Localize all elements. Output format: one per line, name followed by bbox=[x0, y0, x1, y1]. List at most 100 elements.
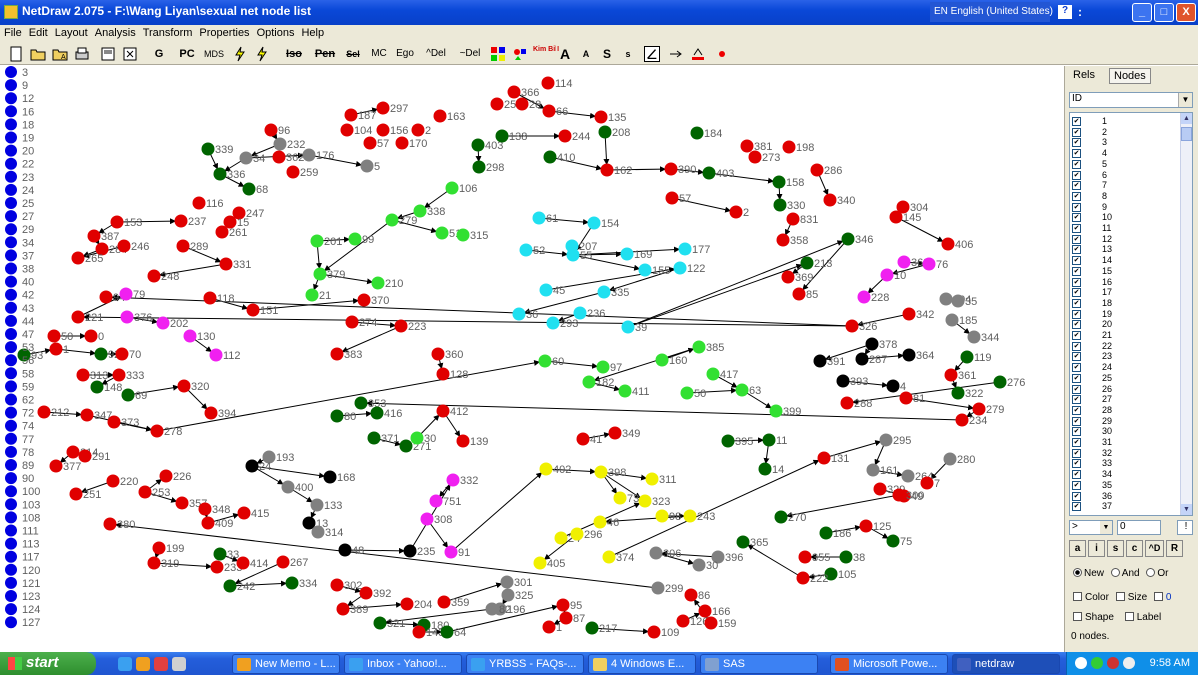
network-node[interactable] bbox=[471, 138, 485, 152]
network-node[interactable] bbox=[117, 239, 131, 253]
network-node[interactable] bbox=[411, 123, 425, 137]
network-node[interactable] bbox=[49, 342, 63, 356]
network-node[interactable] bbox=[285, 576, 299, 590]
network-node[interactable] bbox=[542, 620, 556, 634]
network-node[interactable] bbox=[539, 283, 553, 297]
zoom-fit-icon[interactable] bbox=[122, 46, 138, 62]
label-size-down-button[interactable]: A bbox=[578, 45, 594, 63]
network-node[interactable] bbox=[175, 496, 189, 510]
ego-button[interactable]: Ego bbox=[392, 45, 418, 63]
taskbar-item[interactable]: SAS bbox=[700, 654, 818, 674]
network-node[interactable] bbox=[281, 480, 295, 494]
network-node[interactable] bbox=[219, 257, 233, 271]
network-node[interactable] bbox=[813, 354, 827, 368]
network-node[interactable] bbox=[621, 320, 635, 334]
select-all-button[interactable]: a bbox=[1069, 540, 1086, 557]
network-node[interactable] bbox=[866, 463, 880, 477]
network-node[interactable] bbox=[436, 367, 450, 381]
network-node[interactable] bbox=[859, 519, 873, 533]
network-node[interactable] bbox=[602, 550, 616, 564]
network-node[interactable] bbox=[554, 531, 568, 545]
isolate-node[interactable] bbox=[5, 393, 17, 406]
new-file-icon[interactable] bbox=[8, 46, 24, 62]
network-node[interactable] bbox=[345, 315, 359, 329]
isolate-node[interactable] bbox=[5, 524, 17, 537]
network-node[interactable] bbox=[758, 462, 772, 476]
network-node[interactable] bbox=[676, 614, 690, 628]
network-node[interactable] bbox=[600, 163, 614, 177]
network-node[interactable] bbox=[363, 136, 377, 150]
scroll-thumb[interactable] bbox=[1181, 127, 1192, 141]
maximize-button[interactable]: □ bbox=[1154, 3, 1174, 22]
network-node[interactable] bbox=[857, 290, 871, 304]
network-node[interactable] bbox=[702, 166, 716, 180]
network-node[interactable] bbox=[993, 375, 1007, 389]
language-indicator[interactable]: EN English (United States) bbox=[930, 2, 1053, 22]
network-node[interactable] bbox=[302, 148, 316, 162]
kim-bill-button[interactable]: Kim Bill bbox=[532, 45, 559, 63]
network-node[interactable] bbox=[566, 248, 580, 262]
network-node[interactable] bbox=[110, 215, 124, 229]
isolate-node[interactable] bbox=[5, 170, 17, 183]
isolate-node[interactable] bbox=[5, 419, 17, 432]
network-node[interactable] bbox=[76, 368, 90, 382]
network-node[interactable] bbox=[673, 261, 687, 275]
network-node[interactable] bbox=[84, 329, 98, 343]
network-node[interactable] bbox=[150, 424, 164, 438]
tab-rels[interactable]: Rels bbox=[1069, 68, 1099, 84]
node-visible-checkbox[interactable]: ✔ bbox=[1072, 298, 1081, 308]
network-node[interactable] bbox=[841, 232, 855, 246]
delete-pendants-button[interactable]: ~Del bbox=[454, 45, 486, 63]
node-visible-checkbox[interactable]: ✔ bbox=[1072, 384, 1081, 394]
node-list[interactable]: ✔ 1 ✔ 2 ✔ 3 ✔ 4 ✔ 5 ✔ 6 ✔ 7 ✔ 8 ✔ 9 ✔ 10 ✔ 11 ✔ 12 ✔ 13 ✔ 14 ✔ 15 ✔ 16 ✔… bbox=[1069, 112, 1193, 516]
network-node[interactable] bbox=[106, 474, 120, 488]
node-visible-checkbox[interactable]: ✔ bbox=[1072, 149, 1081, 159]
node-visible-checkbox[interactable]: ✔ bbox=[1072, 234, 1081, 244]
isolate-node[interactable] bbox=[5, 79, 17, 92]
network-node[interactable] bbox=[823, 193, 837, 207]
network-node[interactable] bbox=[897, 255, 911, 269]
network-node[interactable] bbox=[665, 191, 679, 205]
filter-value-input[interactable]: 0 bbox=[1117, 520, 1161, 535]
tray-network-icon[interactable] bbox=[1091, 657, 1103, 669]
network-node[interactable] bbox=[286, 165, 300, 179]
network-node[interactable] bbox=[495, 129, 509, 143]
node-visible-checkbox[interactable]: ✔ bbox=[1072, 438, 1081, 447]
isolate-node[interactable] bbox=[5, 183, 17, 196]
network-node[interactable] bbox=[543, 150, 557, 164]
network-node[interactable] bbox=[156, 316, 170, 330]
close-button[interactable]: X bbox=[1176, 3, 1196, 22]
node-visible-checkbox[interactable]: ✔ bbox=[1072, 502, 1081, 512]
minimize-button[interactable]: _ bbox=[1132, 3, 1152, 22]
node-visible-checkbox[interactable]: ✔ bbox=[1072, 127, 1081, 137]
node-visible-checkbox[interactable]: ✔ bbox=[1072, 213, 1081, 223]
shape-checkbox[interactable] bbox=[1073, 612, 1082, 621]
node-visible-checkbox[interactable]: ✔ bbox=[1072, 181, 1081, 191]
network-node[interactable] bbox=[71, 251, 85, 265]
isolate-node[interactable] bbox=[5, 118, 17, 131]
network-node[interactable] bbox=[313, 267, 327, 281]
node-visible-checkbox[interactable]: ✔ bbox=[1072, 416, 1081, 426]
network-node[interactable] bbox=[71, 310, 85, 324]
network-node[interactable] bbox=[147, 269, 161, 283]
radio-or[interactable] bbox=[1146, 568, 1156, 577]
network-node[interactable] bbox=[955, 413, 969, 427]
network-node[interactable] bbox=[762, 433, 776, 447]
isolate-node[interactable] bbox=[5, 459, 17, 471]
network-node[interactable] bbox=[223, 579, 237, 593]
isolate-node[interactable] bbox=[5, 66, 17, 78]
network-node[interactable] bbox=[651, 581, 665, 595]
start-button[interactable]: start bbox=[0, 652, 96, 675]
isolate-node[interactable] bbox=[5, 301, 17, 314]
node-visible-checkbox[interactable]: ✔ bbox=[1072, 363, 1081, 373]
network-node[interactable] bbox=[941, 237, 955, 251]
network-node[interactable] bbox=[215, 225, 229, 239]
network-node[interactable] bbox=[740, 139, 754, 153]
taskbar-item[interactable]: netdraw bbox=[952, 654, 1060, 674]
network-node[interactable] bbox=[37, 405, 51, 419]
isolate-node[interactable] bbox=[5, 380, 17, 393]
isolate-node[interactable] bbox=[5, 406, 17, 419]
network-node[interactable] bbox=[420, 512, 434, 526]
network-node[interactable] bbox=[865, 337, 879, 351]
size-value-checkbox[interactable] bbox=[1153, 592, 1163, 601]
